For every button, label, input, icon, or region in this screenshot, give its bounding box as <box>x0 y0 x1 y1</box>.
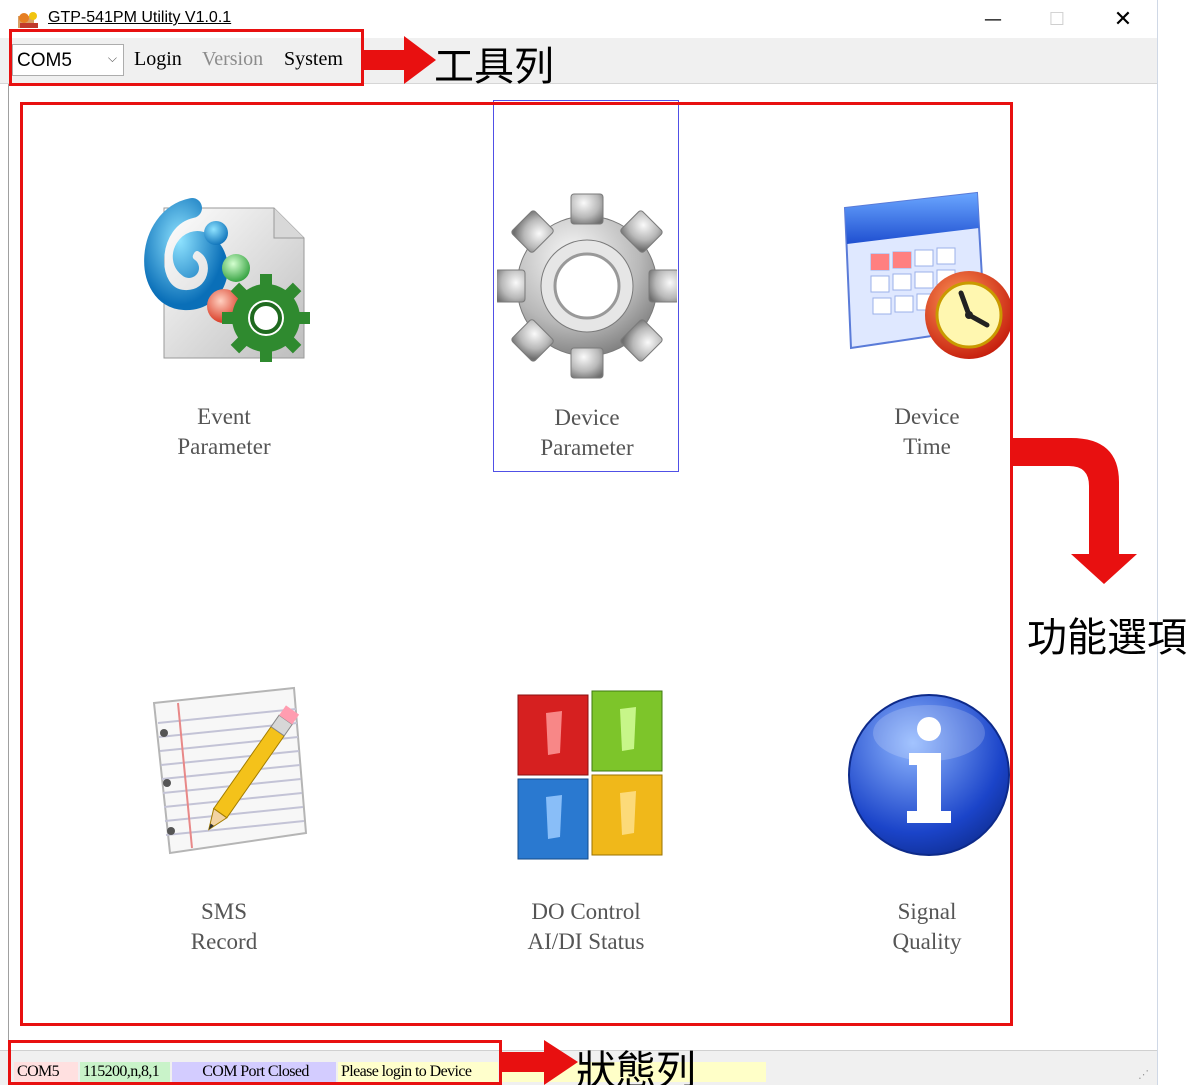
annotation-status-label: 狀態列 <box>576 1048 696 1085</box>
window-border <box>1157 0 1158 1085</box>
annotation-arrow-content <box>1013 438 1137 584</box>
annotation-arrow-status <box>502 1040 578 1085</box>
window-title: GTP-541PM Utility V1.0.1 <box>48 9 232 26</box>
annotation-arrow-toolbar <box>364 36 436 84</box>
annotation-toolbar-label: 工具列 <box>434 44 554 90</box>
annotation-status-box <box>8 1040 502 1085</box>
annotation-content-box <box>20 102 1013 1026</box>
close-button[interactable]: ✕ <box>1100 4 1146 34</box>
maximize-button[interactable]: ☐ <box>1034 4 1080 34</box>
resize-grip-icon[interactable]: ⋰ <box>1138 1068 1149 1081</box>
annotation-content-label: 功能選項 <box>1027 615 1187 661</box>
minimize-button[interactable]: — <box>970 4 1016 34</box>
annotation-toolbar-box <box>9 29 364 86</box>
app-icon <box>18 12 38 28</box>
